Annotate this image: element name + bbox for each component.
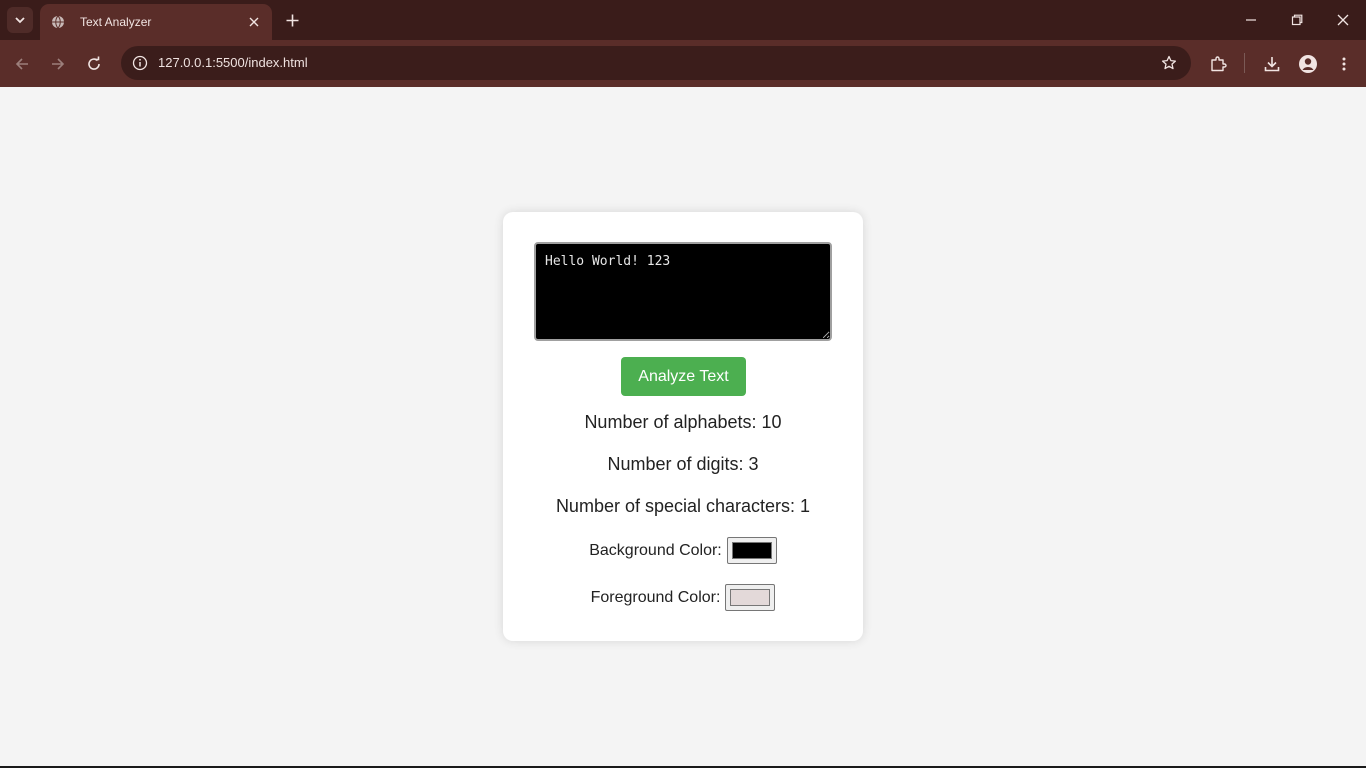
download-icon [1264,57,1280,72]
reload-button[interactable] [82,52,106,76]
menu-button[interactable] [1332,52,1356,76]
globe-icon [50,14,66,30]
tab-title: Text Analyzer [80,15,152,29]
profile-button[interactable] [1296,52,1320,76]
forward-button[interactable] [46,52,70,76]
background-color-label: Background Color: [589,541,722,559]
restore-icon [1291,14,1303,26]
background-color-swatch [731,542,772,559]
minimize-button[interactable] [1239,8,1263,32]
digit-count: Number of digits: 3 [607,454,759,474]
tab-search-button[interactable] [7,7,33,33]
reload-icon [88,56,100,70]
background-color-picker[interactable] [726,537,777,564]
extensions-button[interactable] [1206,52,1230,76]
active-tab[interactable]: Text Analyzer [40,4,272,40]
address-bar[interactable]: 127.0.0.1:5500/index.html [121,46,1191,80]
arrow-left-icon [15,58,28,70]
new-tab-button[interactable] [282,10,302,30]
close-window-button[interactable] [1331,8,1355,32]
text-input[interactable] [534,242,832,341]
puzzle-icon [1211,56,1227,72]
downloads-button[interactable] [1260,52,1284,76]
close-icon [1337,14,1349,26]
back-button[interactable] [10,52,34,76]
avatar-icon [1299,55,1317,73]
toolbar-divider [1244,53,1245,73]
background-color-row: Background Color: [503,537,863,564]
foreground-color-picker[interactable] [725,584,776,611]
text-analyzer-card: Analyze Text Number of alphabets: 10 Num… [503,212,863,641]
analyze-text-button[interactable]: Analyze Text [621,357,746,396]
bookmark-star-icon[interactable] [1159,53,1179,73]
chevron-down-icon [15,17,25,24]
restore-button[interactable] [1285,8,1309,32]
site-info-icon[interactable] [129,52,151,74]
foreground-color-row: Foreground Color: [503,584,863,611]
plus-icon [286,14,298,26]
special-character-count: Number of special characters: 1 [555,496,811,516]
kebab-menu-icon [1342,57,1346,71]
browser-toolbar: 127.0.0.1:5500/index.html [0,40,1366,87]
url-text[interactable]: 127.0.0.1:5500/index.html [158,55,308,70]
arrow-right-icon [52,58,65,70]
foreground-color-label: Foreground Color: [590,588,721,606]
tab-strip: Text Analyzer [0,0,1366,40]
foreground-color-swatch [730,589,771,606]
alphabet-count: Number of alphabets: 10 [584,412,782,432]
minimize-icon [1246,19,1256,21]
close-tab-icon[interactable] [246,14,262,30]
